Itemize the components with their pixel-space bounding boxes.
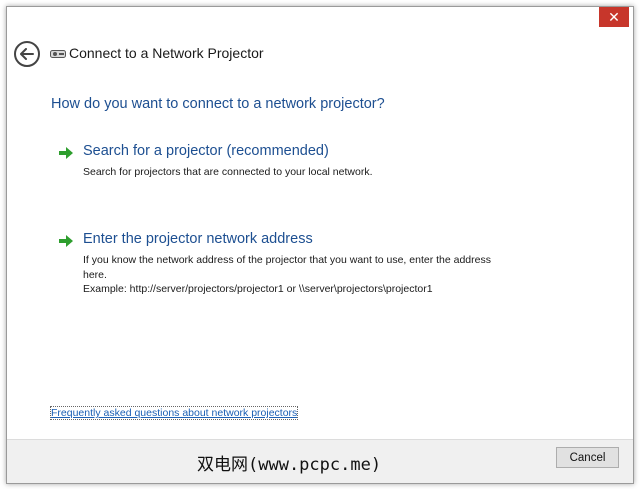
option-title: Enter the projector network address <box>83 231 313 247</box>
option-description-line: here. <box>83 268 107 281</box>
back-button[interactable] <box>14 41 40 67</box>
back-arrow-icon <box>20 48 34 60</box>
dialog-window: ✕ Connect to a Network Projector How do … <box>6 6 634 484</box>
title-bar: ✕ <box>7 7 633 33</box>
faq-link[interactable]: Frequently asked questions about network… <box>49 406 299 420</box>
option-title: Search for a projector (recommended) <box>83 143 329 159</box>
close-button[interactable]: ✕ <box>599 7 629 27</box>
watermark-text: 双电网(www.pcpc.me) <box>197 455 382 475</box>
option-description-line: If you know the network address of the p… <box>83 254 491 266</box>
green-arrow-icon <box>59 235 73 247</box>
option-description: If you know the network address of the p… <box>83 253 548 297</box>
cancel-button[interactable]: Cancel <box>556 447 619 468</box>
network-projector-icon <box>50 50 66 58</box>
footer-bar: 双电网(www.pcpc.me) Cancel <box>7 439 633 483</box>
main-instruction: How do you want to connect to a network … <box>51 96 385 112</box>
option-description-line: Search for projectors that are connected… <box>83 166 373 178</box>
option-description: Search for projectors that are connected… <box>83 165 548 180</box>
option-description-line: Example: http://server/projectors/projec… <box>83 283 433 295</box>
window-title: Connect to a Network Projector <box>69 45 264 61</box>
green-arrow-icon <box>59 147 73 159</box>
